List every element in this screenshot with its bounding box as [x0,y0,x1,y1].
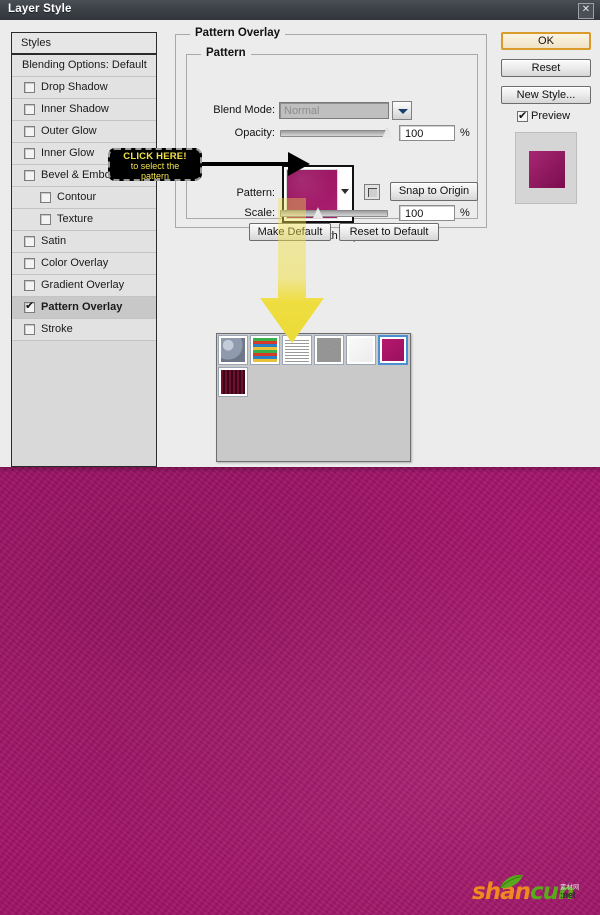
window-title: Layer Style [8,3,72,15]
opacity-value: 100 [405,128,424,140]
pattern-swatch-thumbnail [221,338,245,362]
scale-unit: % [460,207,470,219]
pattern-swatch-thumbnail [349,338,373,362]
yellow-down-arrow-icon [260,198,324,343]
sidebar-item-inner-shadow[interactable]: Inner Shadow [12,99,156,121]
sidebar-item-outer-glow[interactable]: Outer Glow [12,121,156,143]
pattern-swatch-white-paper-pattern[interactable] [346,335,376,365]
pattern-swatch-dark-red-stripes-pattern[interactable] [218,367,248,397]
sidebar-item-drop-shadow[interactable]: Drop Shadow [12,77,156,99]
checkbox-icon[interactable] [24,300,35,313]
preview-checkbox[interactable] [517,109,528,122]
watermark-domain: :net [560,890,576,900]
styles-list-header: Styles [12,33,156,55]
checkbox-icon[interactable] [24,258,35,269]
pattern-swatch-thumbnail [382,339,404,361]
pattern-section-title: Pattern [201,47,251,59]
reset-to-default-button[interactable]: Reset to Default [339,223,439,241]
sidebar-item-label: Satin [41,235,67,247]
new-pattern-icon[interactable] [364,184,380,200]
sidebar-item-label: Drop Shadow [41,81,108,93]
opacity-slider-handle[interactable] [382,127,393,138]
checkbox-icon[interactable] [24,170,35,181]
opacity-input[interactable]: 100 [399,125,455,141]
watermark: shancun 素材网 :net [472,874,590,906]
snap-to-origin-label: Snap to Origin [398,185,470,197]
sidebar-item-label: Color Overlay [41,257,109,269]
sidebar-item-stroke[interactable]: Stroke [12,319,156,341]
sidebar-item-label: Inner Shadow [41,103,109,115]
preview-thumbnail [515,132,577,204]
layer-style-dialog: Styles Blending Options: Default Drop Sh… [0,20,600,467]
scale-input[interactable]: 100 [399,205,455,221]
sidebar-item-label: Texture [57,213,94,225]
checkbox-icon[interactable] [24,280,35,291]
new-style-button[interactable]: New Style... [501,86,591,104]
sidebar-item-satin[interactable]: Satin [12,231,156,253]
magenta-texture-background [0,467,600,915]
pattern-overlay-group-title: Pattern Overlay [190,27,286,39]
pattern-swatch-thumbnail [221,370,245,394]
checkbox-icon[interactable] [24,104,35,115]
sidebar-item-gradient-overlay[interactable]: Gradient Overlay [12,275,156,297]
window-titlebar: Layer Style ✕ [0,0,600,21]
reset-button[interactable]: Reset [501,59,591,77]
reset-to-default-label: Reset to Default [349,226,429,238]
callout-line-3: pattern [140,170,170,181]
blend-mode-select[interactable]: Normal [279,102,389,119]
checkbox-icon[interactable] [24,82,35,93]
pattern-swatch-magenta-pattern[interactable] [378,335,408,365]
sidebar-item-pattern-overlay[interactable]: Pattern Overlay [12,297,156,319]
sidebar-item-label: Pattern Overlay [41,301,123,313]
checkbox-icon[interactable] [24,236,35,247]
ok-button[interactable]: OK [501,32,591,50]
click-here-callout: CLICK HERE! to select the pattern [108,148,202,181]
styles-list-filler [12,356,156,466]
opacity-unit: % [460,127,470,139]
checkbox-icon[interactable] [24,126,35,137]
pattern-swatch-grid [217,334,410,398]
snap-to-origin-button[interactable]: Snap to Origin [390,182,478,201]
sidebar-item-label: Inner Glow [41,147,95,159]
sidebar-item-label: Stroke [41,323,73,335]
pattern-picker-panel[interactable] [216,333,411,462]
blending-options-label: Blending Options: Default [22,59,147,71]
preview-swatch [529,151,565,188]
leaf-icon [499,874,523,889]
styles-header-label: Styles [21,37,51,49]
pattern-section-group: Pattern Blend Mode: Normal Opacity: 100 … [186,47,478,242]
blend-mode-value: Normal [284,105,320,117]
styles-list[interactable]: Styles Blending Options: Default Drop Sh… [11,32,157,467]
close-icon[interactable]: ✕ [578,3,594,19]
sidebar-item-blending-options[interactable]: Blending Options: Default [12,55,156,77]
pattern-swatch-bubbles-pattern[interactable] [218,335,248,365]
blend-mode-label: Blend Mode: [213,104,275,116]
opacity-label: Opacity: [234,127,275,139]
sidebar-item-label: Contour [57,191,97,203]
opacity-slider-track[interactable] [280,130,388,137]
sidebar-item-label: Outer Glow [41,125,97,137]
checkbox-icon[interactable] [40,214,51,225]
callout-arrow-icon [288,152,310,176]
style-effect-rows: Drop Shadow Inner Shadow Outer Glow Inner G… [12,77,156,341]
pattern-overlay-group: Pattern Overlay Pattern Blend Mode: Norm… [175,27,487,242]
reset-button-label: Reset [531,62,561,74]
checkbox-icon[interactable] [40,192,51,203]
sidebar-item-texture[interactable]: Texture [12,209,156,231]
scale-value: 100 [405,208,424,220]
preview-label: Preview [531,110,571,122]
new-style-label: New Style... [516,89,576,101]
checkbox-icon[interactable] [24,148,35,159]
sidebar-item-contour[interactable]: Contour [12,187,156,209]
sidebar-item-label: Gradient Overlay [41,279,125,291]
checkbox-icon[interactable] [24,324,35,335]
chevron-down-icon[interactable] [392,101,412,120]
callout-connector-line [200,162,295,166]
sidebar-item-color-overlay[interactable]: Color Overlay [12,253,156,275]
chevron-down-icon[interactable] [341,189,349,194]
